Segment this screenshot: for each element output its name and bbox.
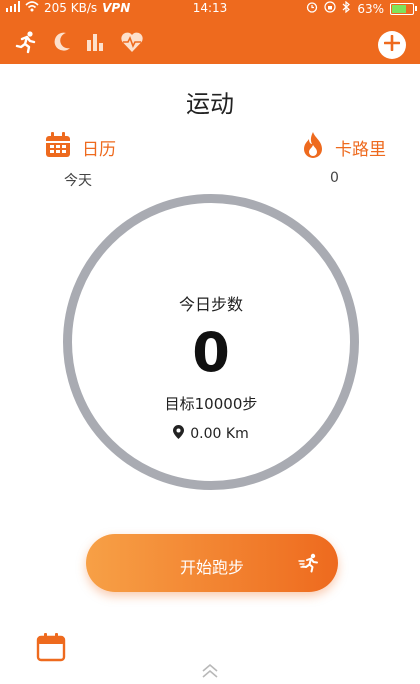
status-bar: 205 KB/s VPN 14:13 63% bbox=[0, 0, 420, 18]
step-goal: 目标10000步 bbox=[164, 395, 258, 413]
distance-value: 0.00 Km bbox=[190, 426, 249, 442]
top-bar: 205 KB/s VPN 14:13 63% bbox=[0, 0, 420, 64]
heart-rate-icon[interactable] bbox=[120, 31, 144, 53]
alarm-icon bbox=[306, 1, 318, 16]
calendar-icon bbox=[44, 131, 72, 163]
today-steps-label: 今日步数 bbox=[178, 295, 243, 314]
expand-up-button[interactable] bbox=[201, 662, 219, 684]
battery-percent: 63% bbox=[357, 1, 384, 16]
calendar-value: 今天 bbox=[64, 173, 92, 189]
lock-icon bbox=[324, 1, 336, 16]
battery-icon bbox=[390, 2, 417, 15]
distance-row: 0.00 Km bbox=[72, 425, 350, 443]
start-run-button[interactable]: 开始跑步 bbox=[86, 534, 338, 592]
run-icon[interactable] bbox=[14, 30, 38, 54]
step-count: 0 bbox=[192, 321, 230, 384]
steps-ring: 今日步数 0 目标10000步 0.00 Km bbox=[63, 194, 359, 490]
bluetooth-icon bbox=[342, 0, 351, 16]
bottom-calendar-button[interactable] bbox=[36, 632, 66, 666]
page-title: 运动 bbox=[186, 90, 234, 118]
add-button[interactable] bbox=[378, 31, 406, 59]
calories-stat: 卡路里 bbox=[301, 131, 386, 163]
calendar-stat[interactable]: 日历 bbox=[44, 131, 116, 163]
calories-label: 卡路里 bbox=[335, 139, 386, 160]
location-pin-icon bbox=[173, 425, 185, 443]
chevron-up-icon bbox=[201, 663, 219, 684]
bar-chart-icon[interactable] bbox=[86, 32, 106, 52]
runner-icon bbox=[298, 553, 320, 577]
plus-circle-icon bbox=[383, 34, 401, 55]
moon-icon[interactable] bbox=[52, 31, 72, 53]
calendar-label: 日历 bbox=[82, 139, 116, 160]
flame-icon bbox=[301, 131, 325, 163]
top-nav-icons bbox=[14, 30, 144, 54]
calendar-outline-icon bbox=[36, 633, 66, 666]
calories-value: 0 bbox=[330, 170, 339, 186]
